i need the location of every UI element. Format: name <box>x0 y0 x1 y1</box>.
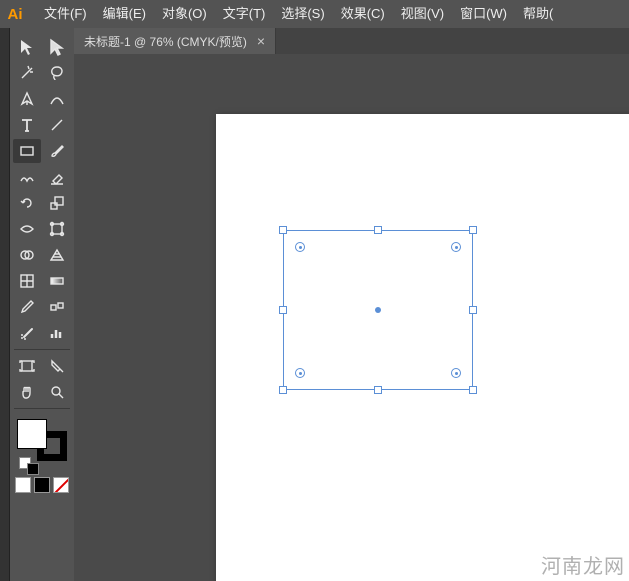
menu-effect[interactable]: 效果(C) <box>333 0 393 28</box>
toolbox <box>10 28 74 581</box>
handle-w[interactable] <box>279 306 287 314</box>
corner-widget-ne[interactable] <box>451 242 461 252</box>
menu-bar: Ai 文件(F) 编辑(E) 对象(O) 文字(T) 选择(S) 效果(C) 视… <box>0 0 629 28</box>
eyedropper-tool[interactable] <box>13 295 41 319</box>
menu-select[interactable]: 选择(S) <box>273 0 332 28</box>
mesh-tool[interactable] <box>13 269 41 293</box>
none-mode[interactable] <box>53 477 69 493</box>
gradient-mode[interactable] <box>34 477 50 493</box>
rotate-tool[interactable] <box>13 191 41 215</box>
swap-fill-stroke-icon[interactable] <box>27 463 39 475</box>
corner-widget-sw[interactable] <box>295 368 305 378</box>
menu-object[interactable]: 对象(O) <box>154 0 215 28</box>
gradient-tool[interactable] <box>43 269 71 293</box>
handle-s[interactable] <box>374 386 382 394</box>
scale-tool[interactable] <box>43 191 71 215</box>
selected-rectangle[interactable] <box>279 226 477 394</box>
direct-selection-tool[interactable] <box>43 35 71 59</box>
document-tab-title: 未标题-1 @ 76% (CMYK/预览) <box>84 33 247 50</box>
curvature-tool[interactable] <box>43 87 71 111</box>
document-area: 未标题-1 @ 76% (CMYK/预览) × <box>74 28 629 581</box>
close-icon[interactable]: × <box>257 33 265 49</box>
handle-n[interactable] <box>374 226 382 234</box>
handle-nw[interactable] <box>279 226 287 234</box>
artboard-tool[interactable] <box>13 354 41 378</box>
eraser-tool[interactable] <box>43 165 71 189</box>
shaper-tool[interactable] <box>13 165 41 189</box>
magic-wand-tool[interactable] <box>13 61 41 85</box>
width-tool[interactable] <box>13 217 41 241</box>
menu-type[interactable]: 文字(T) <box>215 0 274 28</box>
free-transform-tool[interactable] <box>43 217 71 241</box>
handle-ne[interactable] <box>469 226 477 234</box>
menu-window[interactable]: 窗口(W) <box>452 0 515 28</box>
document-tabbar: 未标题-1 @ 76% (CMYK/预览) × <box>74 28 629 54</box>
menu-help[interactable]: 帮助( <box>515 0 561 28</box>
line-segment-tool[interactable] <box>43 113 71 137</box>
hand-tool[interactable] <box>13 380 41 404</box>
menu-view[interactable]: 视图(V) <box>393 0 452 28</box>
corner-widget-nw[interactable] <box>295 242 305 252</box>
color-mode[interactable] <box>15 477 31 493</box>
app-icon: Ai <box>4 3 26 25</box>
control-strip <box>0 28 10 581</box>
slice-tool[interactable] <box>43 354 71 378</box>
fill-stroke-swatch[interactable] <box>17 419 67 461</box>
shape-builder-tool[interactable] <box>13 243 41 267</box>
zoom-tool[interactable] <box>43 380 71 404</box>
handle-se[interactable] <box>469 386 477 394</box>
draw-mode-row <box>15 477 69 493</box>
handle-e[interactable] <box>469 306 477 314</box>
center-point[interactable] <box>375 307 381 313</box>
symbol-sprayer-tool[interactable] <box>13 321 41 345</box>
document-tab[interactable]: 未标题-1 @ 76% (CMYK/预览) × <box>74 28 276 54</box>
selection-tool[interactable] <box>13 35 41 59</box>
fill-swatch[interactable] <box>17 419 47 449</box>
blend-tool[interactable] <box>43 295 71 319</box>
type-tool[interactable] <box>13 113 41 137</box>
menu-file[interactable]: 文件(F) <box>36 0 95 28</box>
lasso-tool[interactable] <box>43 61 71 85</box>
rectangle-tool[interactable] <box>13 139 41 163</box>
pen-tool[interactable] <box>13 87 41 111</box>
corner-widget-se[interactable] <box>451 368 461 378</box>
menu-edit[interactable]: 编辑(E) <box>95 0 154 28</box>
column-graph-tool[interactable] <box>43 321 71 345</box>
paintbrush-tool[interactable] <box>43 139 71 163</box>
workspace[interactable] <box>74 54 629 581</box>
perspective-grid-tool[interactable] <box>43 243 71 267</box>
handle-sw[interactable] <box>279 386 287 394</box>
